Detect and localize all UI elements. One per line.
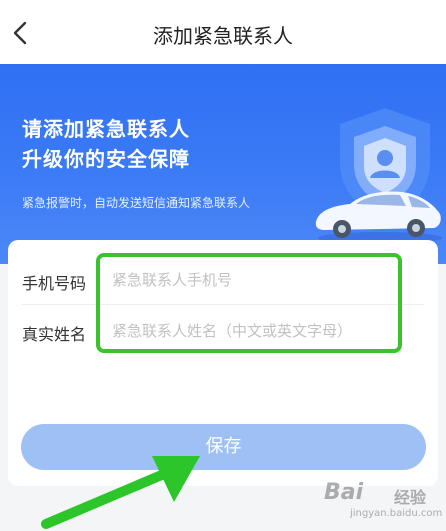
watermark-logo: Bai: [324, 480, 364, 505]
watermark: Bai 经验 jingyan.baidu.com: [320, 474, 444, 526]
banner-subtitle: 紧急报警时，自动发送短信通知紧急联系人: [22, 196, 251, 210]
car-illustration: [315, 191, 442, 244]
banner-title: 请添加紧急联系人 升级你的安全保障: [22, 114, 190, 174]
banner-title-line1: 请添加紧急联系人: [22, 117, 190, 141]
banner-title-line2: 升级你的安全保障: [22, 147, 190, 171]
phone-label: 手机号码: [22, 274, 87, 293]
name-label: 真实姓名: [22, 325, 87, 344]
input-highlight-box: [96, 253, 402, 353]
watermark-text: 经验: [394, 488, 427, 507]
pointer-arrow-icon: [41, 456, 200, 529]
safety-banner: 请添加紧急联系人 升级你的安全保障 紧急报警时，自动发送短信通知紧急联系人: [0, 64, 446, 264]
top-navbar: 添加紧急联系人: [0, 0, 446, 64]
page-title: 添加紧急联系人: [153, 24, 293, 48]
watermark-url: jingyan.baidu.com: [350, 508, 443, 519]
